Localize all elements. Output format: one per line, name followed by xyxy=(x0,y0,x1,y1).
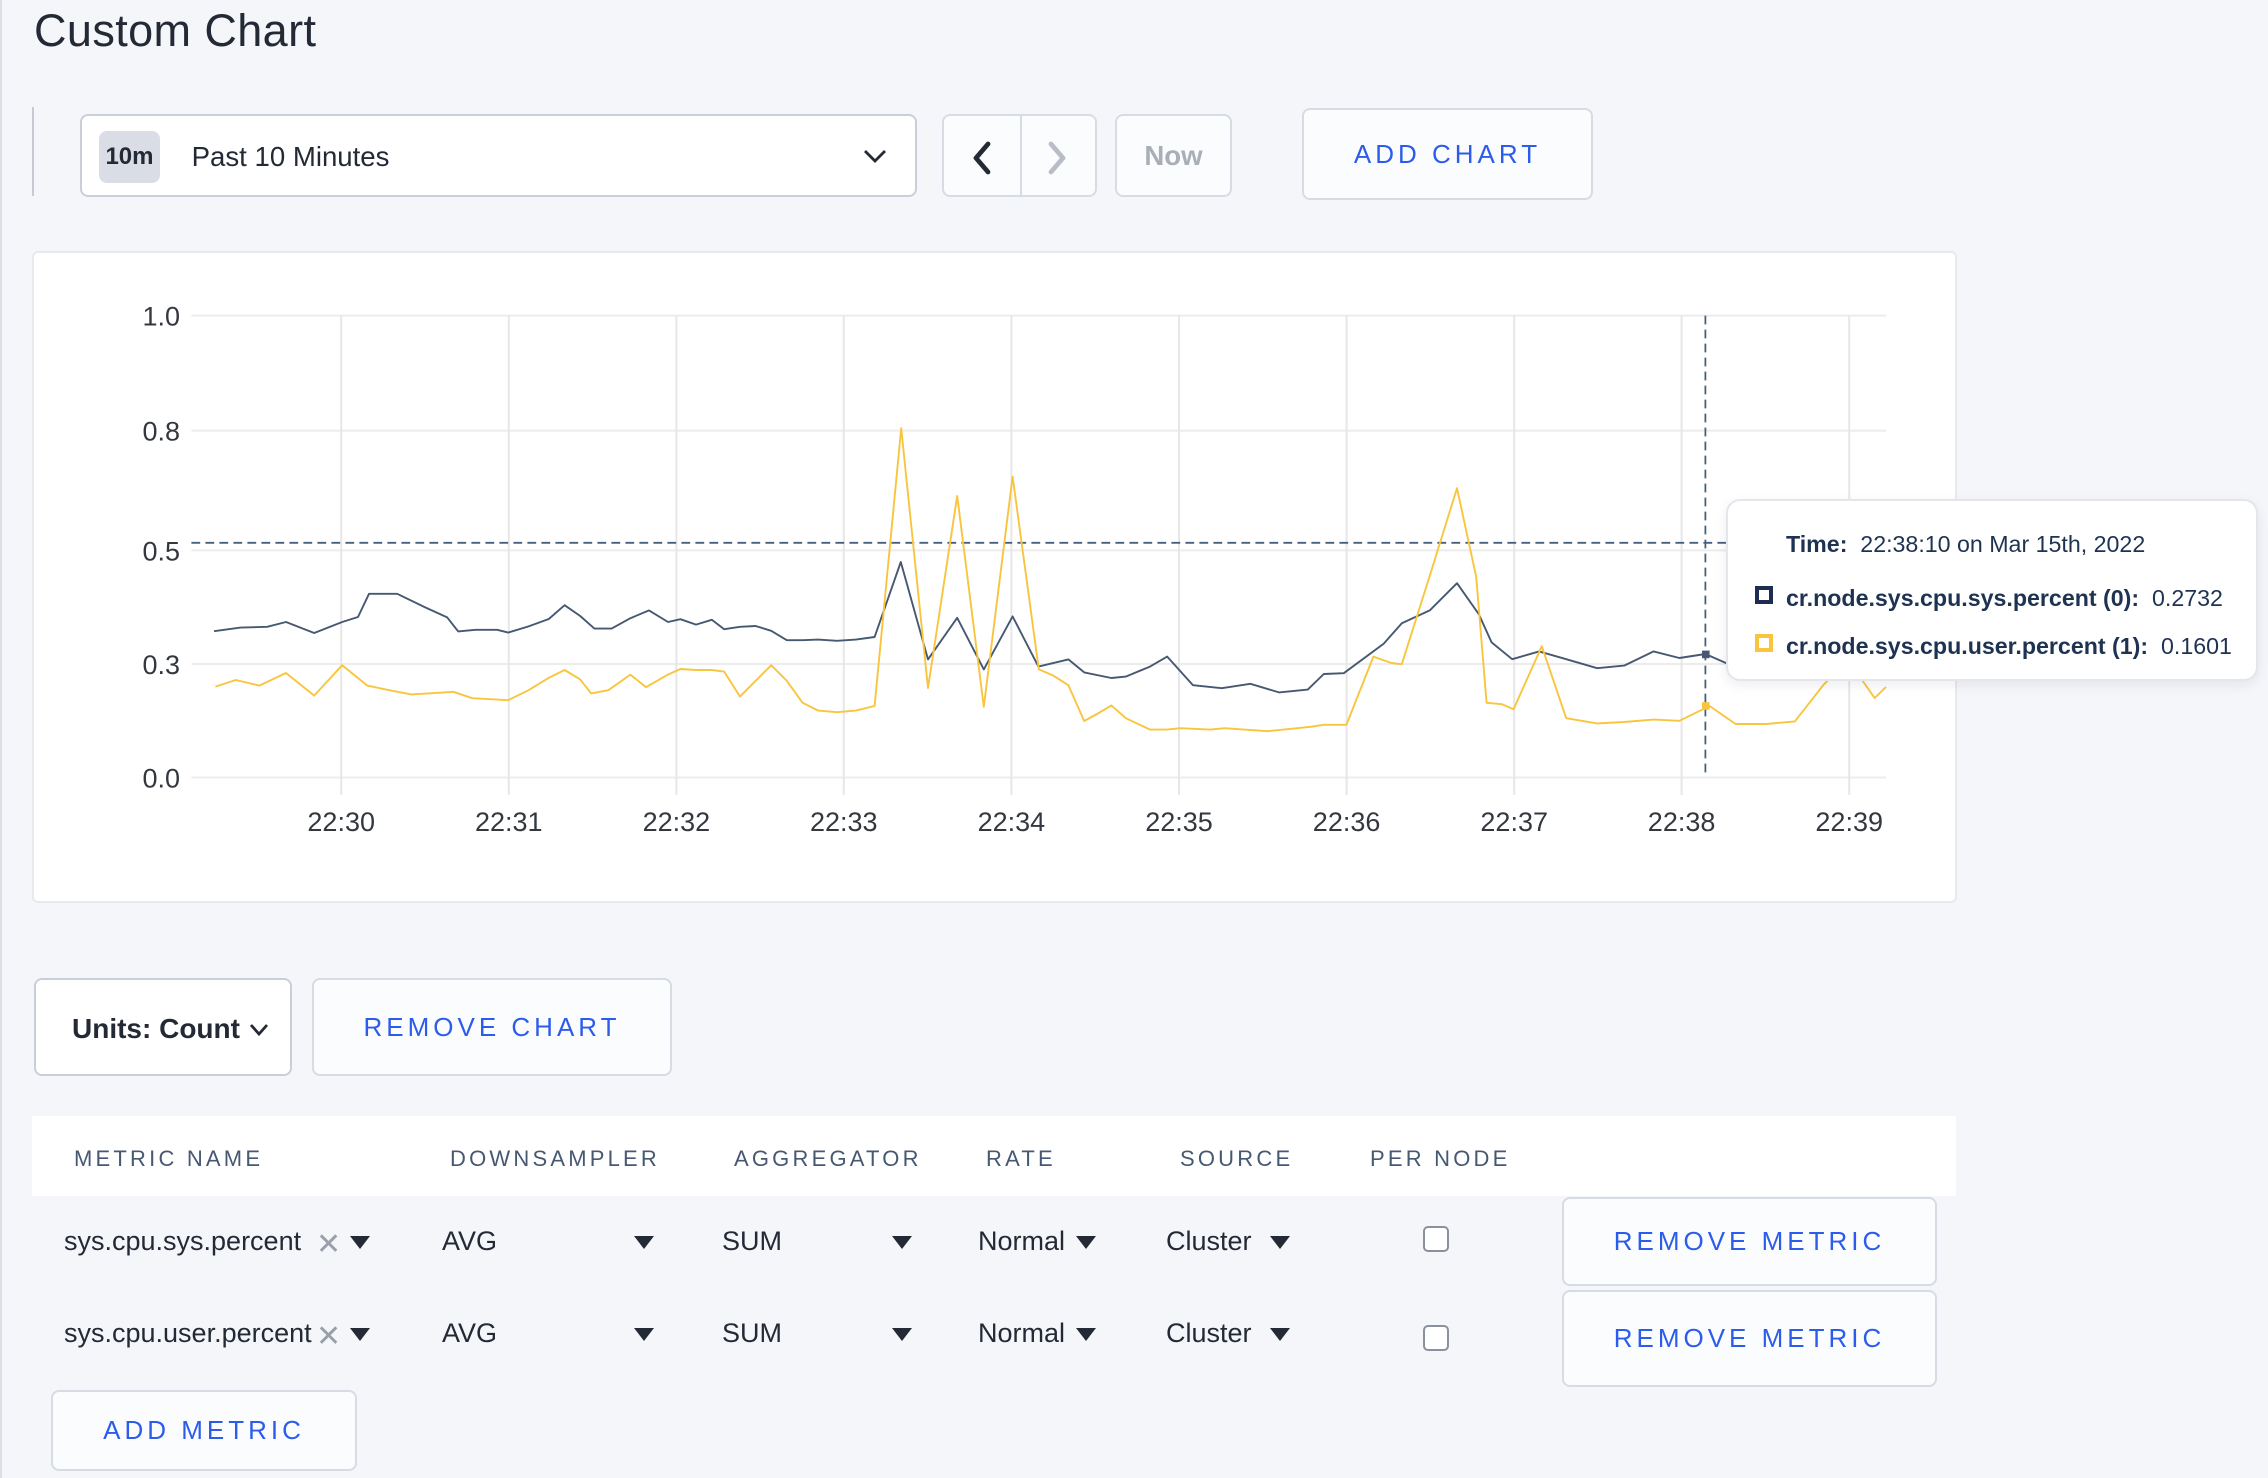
svg-text:22:33: 22:33 xyxy=(810,807,878,837)
svg-text:22:35: 22:35 xyxy=(1145,807,1213,837)
svg-text:22:37: 22:37 xyxy=(1480,807,1548,837)
svg-text:22:39: 22:39 xyxy=(1815,807,1883,837)
svg-text:22:32: 22:32 xyxy=(643,807,711,837)
svg-text:0.5: 0.5 xyxy=(142,536,180,566)
svg-text:1.0: 1.0 xyxy=(142,302,180,332)
svg-text:22:34: 22:34 xyxy=(978,807,1046,837)
svg-text:22:36: 22:36 xyxy=(1313,807,1381,837)
svg-text:0.8: 0.8 xyxy=(142,417,180,447)
svg-text:22:38: 22:38 xyxy=(1648,807,1716,837)
svg-text:22:30: 22:30 xyxy=(307,807,375,837)
svg-text:22:31: 22:31 xyxy=(475,807,543,837)
svg-text:0.0: 0.0 xyxy=(142,764,180,794)
svg-text:0.3: 0.3 xyxy=(142,650,180,680)
